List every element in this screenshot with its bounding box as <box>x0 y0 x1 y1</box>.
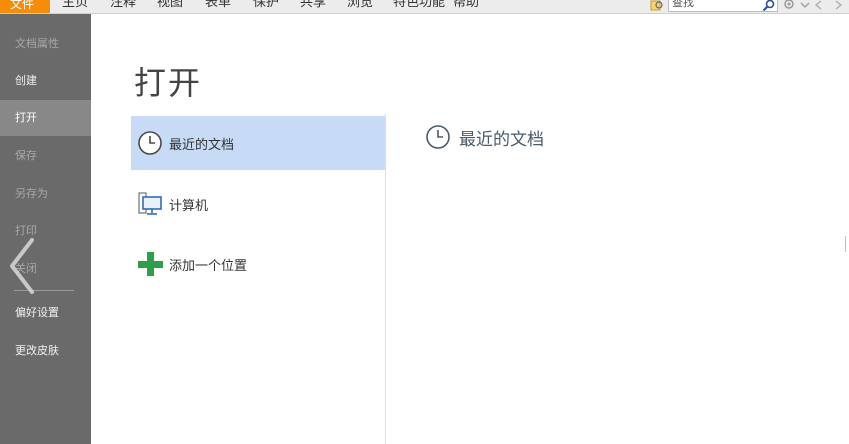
find-tool-icon[interactable] <box>650 0 664 12</box>
back-arrow-icon[interactable] <box>6 236 40 296</box>
menu-file-tab[interactable]: 文件 <box>0 0 50 13</box>
chevron-left-icon[interactable] <box>812 0 826 12</box>
sidebar-item-save[interactable]: 保存 <box>0 138 91 174</box>
menu-tab-view[interactable]: 视图 <box>157 0 183 13</box>
sidebar-item-document-properties[interactable]: 文档属性 <box>0 26 91 62</box>
sidebar-item-create[interactable]: 创建 <box>0 63 91 99</box>
chevron-right-icon[interactable] <box>832 0 846 12</box>
location-label: 计算机 <box>169 198 209 214</box>
computer-icon <box>138 192 162 215</box>
clock-icon <box>138 131 162 155</box>
menu-tab-help[interactable]: 帮助 <box>453 0 479 13</box>
recent-documents-header: 最近的文档 <box>425 124 544 150</box>
location-label: 添加一个位置 <box>169 258 248 274</box>
backstage-sidebar: 文档属性 创建 打开 保存 另存为 打印 关闭 偏好设置 更改皮肤 <box>0 14 91 444</box>
menu-tab-share[interactable]: 共享 <box>300 0 326 13</box>
location-add-place[interactable]: 添加一个位置 <box>131 237 385 291</box>
menu-tab-form[interactable]: 表单 <box>205 0 231 13</box>
menu-tab-browse[interactable]: 浏览 <box>347 0 373 13</box>
dropdown-arrow-icon[interactable] <box>798 0 812 12</box>
clock-icon <box>426 125 450 149</box>
location-recent-documents[interactable]: 最近的文档 <box>131 116 385 170</box>
search-icon[interactable] <box>762 0 776 12</box>
sidebar-item-preferences[interactable]: 偏好设置 <box>0 295 91 331</box>
location-computer[interactable]: 计算机 <box>131 177 385 231</box>
gear-icon[interactable] <box>782 0 796 12</box>
column-divider <box>385 114 386 444</box>
scrollbar-handle[interactable] <box>845 236 849 252</box>
sidebar-item-save-as[interactable]: 另存为 <box>0 176 91 212</box>
sidebar-item-change-skin[interactable]: 更改皮肤 <box>0 333 91 369</box>
sidebar-item-open[interactable]: 打开 <box>0 100 91 136</box>
location-label: 最近的文档 <box>169 137 235 153</box>
recent-documents-title: 最近的文档 <box>459 129 544 150</box>
menu-tab-features[interactable]: 特色功能 <box>393 0 445 13</box>
plus-icon <box>138 252 163 276</box>
page-title: 打开 <box>134 64 203 102</box>
menu-tab-protect[interactable]: 保护 <box>253 0 279 13</box>
menu-tab-annotate[interactable]: 注释 <box>110 0 136 13</box>
menu-tab-home[interactable]: 主页 <box>62 0 88 13</box>
open-panel: 打开 最近的文档 计算机 添加一个位置 最近的文档 <box>91 14 849 444</box>
menu-bar: 文件 主页 注释 视图 表单 保护 共享 浏览 特色功能 帮助 查找 <box>0 0 849 14</box>
